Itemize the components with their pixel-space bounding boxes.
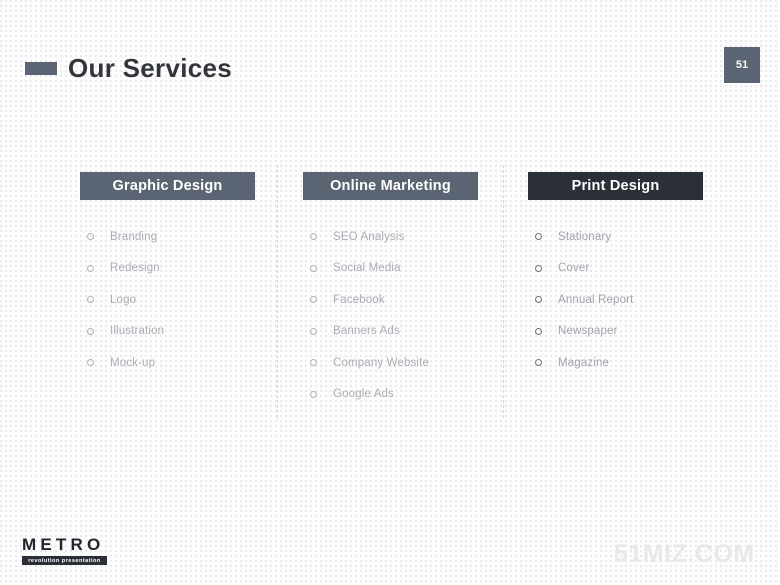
services-list-print-design: Stationary Cover Annual Report Newspaper… bbox=[528, 221, 703, 379]
list-item[interactable]: Logo bbox=[80, 284, 255, 316]
list-item-label: Stationary bbox=[558, 230, 612, 243]
list-item-label: Cover bbox=[558, 262, 590, 275]
circle-outline-icon bbox=[87, 264, 94, 272]
list-item-label: Branding bbox=[110, 230, 158, 243]
circle-outline-icon bbox=[535, 264, 542, 272]
list-item[interactable]: Redesign bbox=[80, 253, 255, 285]
list-item[interactable]: Banners Ads bbox=[303, 316, 478, 348]
circle-outline-icon bbox=[87, 327, 94, 335]
column-header-online-marketing: Online Marketing bbox=[303, 172, 478, 200]
services-column-online-marketing: Online Marketing SEO Analysis Social Med… bbox=[303, 172, 478, 410]
services-column-graphic-design: Graphic Design Branding Redesign Logo Il… bbox=[80, 172, 255, 379]
column-divider bbox=[277, 165, 278, 418]
logo-wordmark: METRO bbox=[22, 535, 105, 554]
list-item-label: Banners Ads bbox=[333, 325, 400, 338]
page-title: Our Services bbox=[68, 53, 233, 83]
list-item-label: Facebook bbox=[333, 293, 385, 306]
brand-logo: METRO revolution presentation bbox=[22, 535, 107, 565]
list-item-label: Illustration bbox=[110, 325, 165, 338]
list-item[interactable]: SEO Analysis bbox=[303, 221, 478, 253]
circle-outline-icon bbox=[310, 296, 317, 304]
column-header-label: Graphic Design bbox=[112, 178, 223, 194]
circle-outline-icon bbox=[535, 296, 542, 304]
list-item[interactable]: Newspaper bbox=[528, 316, 703, 348]
list-item-label: Mock-up bbox=[110, 356, 156, 369]
list-item-label: Redesign bbox=[110, 262, 160, 275]
list-item-label: Annual Report bbox=[558, 293, 634, 306]
watermark: 51MIZ.COM bbox=[614, 540, 755, 568]
list-item-label: Company Website bbox=[333, 356, 429, 369]
column-header-graphic-design: Graphic Design bbox=[80, 172, 255, 200]
list-item-label: SEO Analysis bbox=[333, 230, 405, 243]
logo-tagline: revolution presentation bbox=[22, 556, 107, 565]
column-header-label: Print Design bbox=[571, 178, 660, 194]
circle-outline-icon bbox=[535, 327, 542, 335]
list-item-label: Newspaper bbox=[558, 325, 618, 338]
list-item-label: Magazine bbox=[558, 356, 610, 369]
page-number-label: 51 bbox=[735, 59, 749, 71]
list-item[interactable]: Branding bbox=[80, 221, 255, 253]
circle-outline-icon bbox=[310, 264, 317, 272]
services-column-print-design: Print Design Stationary Cover Annual Rep… bbox=[528, 172, 703, 379]
list-item[interactable]: Company Website bbox=[303, 347, 478, 379]
list-item[interactable]: Social Media bbox=[303, 253, 478, 285]
list-item[interactable]: Magazine bbox=[528, 347, 703, 379]
list-item-label: Logo bbox=[110, 293, 137, 306]
circle-outline-icon bbox=[535, 359, 542, 367]
slide-canvas: Our Services 51 Graphic Design Branding … bbox=[0, 0, 780, 585]
list-item-label: Social Media bbox=[333, 262, 401, 275]
circle-outline-icon bbox=[310, 359, 317, 367]
circle-outline-icon bbox=[310, 390, 317, 398]
list-item[interactable]: Annual Report bbox=[528, 284, 703, 316]
list-item-label: Google Ads bbox=[333, 388, 394, 401]
list-item[interactable]: Google Ads bbox=[303, 379, 478, 411]
services-list-graphic-design: Branding Redesign Logo Illustration Mock… bbox=[80, 221, 255, 379]
page-number-badge: 51 bbox=[724, 47, 760, 83]
page-title-block: Our Services bbox=[25, 55, 232, 81]
circle-outline-icon bbox=[535, 233, 542, 241]
circle-outline-icon bbox=[87, 233, 94, 241]
list-item[interactable]: Stationary bbox=[528, 221, 703, 253]
list-item[interactable]: Facebook bbox=[303, 284, 478, 316]
column-header-label: Online Marketing bbox=[330, 178, 451, 194]
column-header-print-design: Print Design bbox=[528, 172, 703, 200]
list-item[interactable]: Cover bbox=[528, 253, 703, 285]
services-list-online-marketing: SEO Analysis Social Media Facebook Banne… bbox=[303, 221, 478, 410]
list-item[interactable]: Illustration bbox=[80, 316, 255, 348]
column-divider bbox=[503, 165, 504, 418]
list-item[interactable]: Mock-up bbox=[80, 347, 255, 379]
title-accent-bar bbox=[25, 61, 57, 75]
circle-outline-icon bbox=[310, 327, 317, 335]
circle-outline-icon bbox=[310, 233, 317, 241]
circle-outline-icon bbox=[87, 359, 94, 367]
circle-outline-icon bbox=[87, 296, 94, 304]
